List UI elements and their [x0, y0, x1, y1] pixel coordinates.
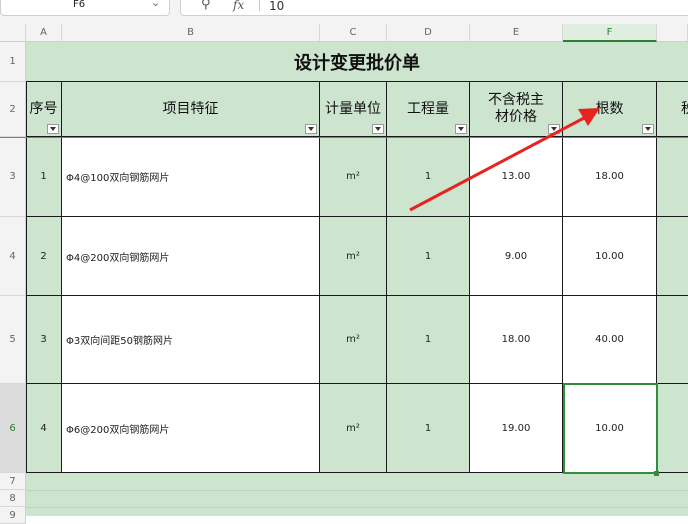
- annotation-layer: [409, 108, 600, 212]
- red-arrow-head: [578, 108, 600, 126]
- red-arrow-shaft: [409, 116, 585, 212]
